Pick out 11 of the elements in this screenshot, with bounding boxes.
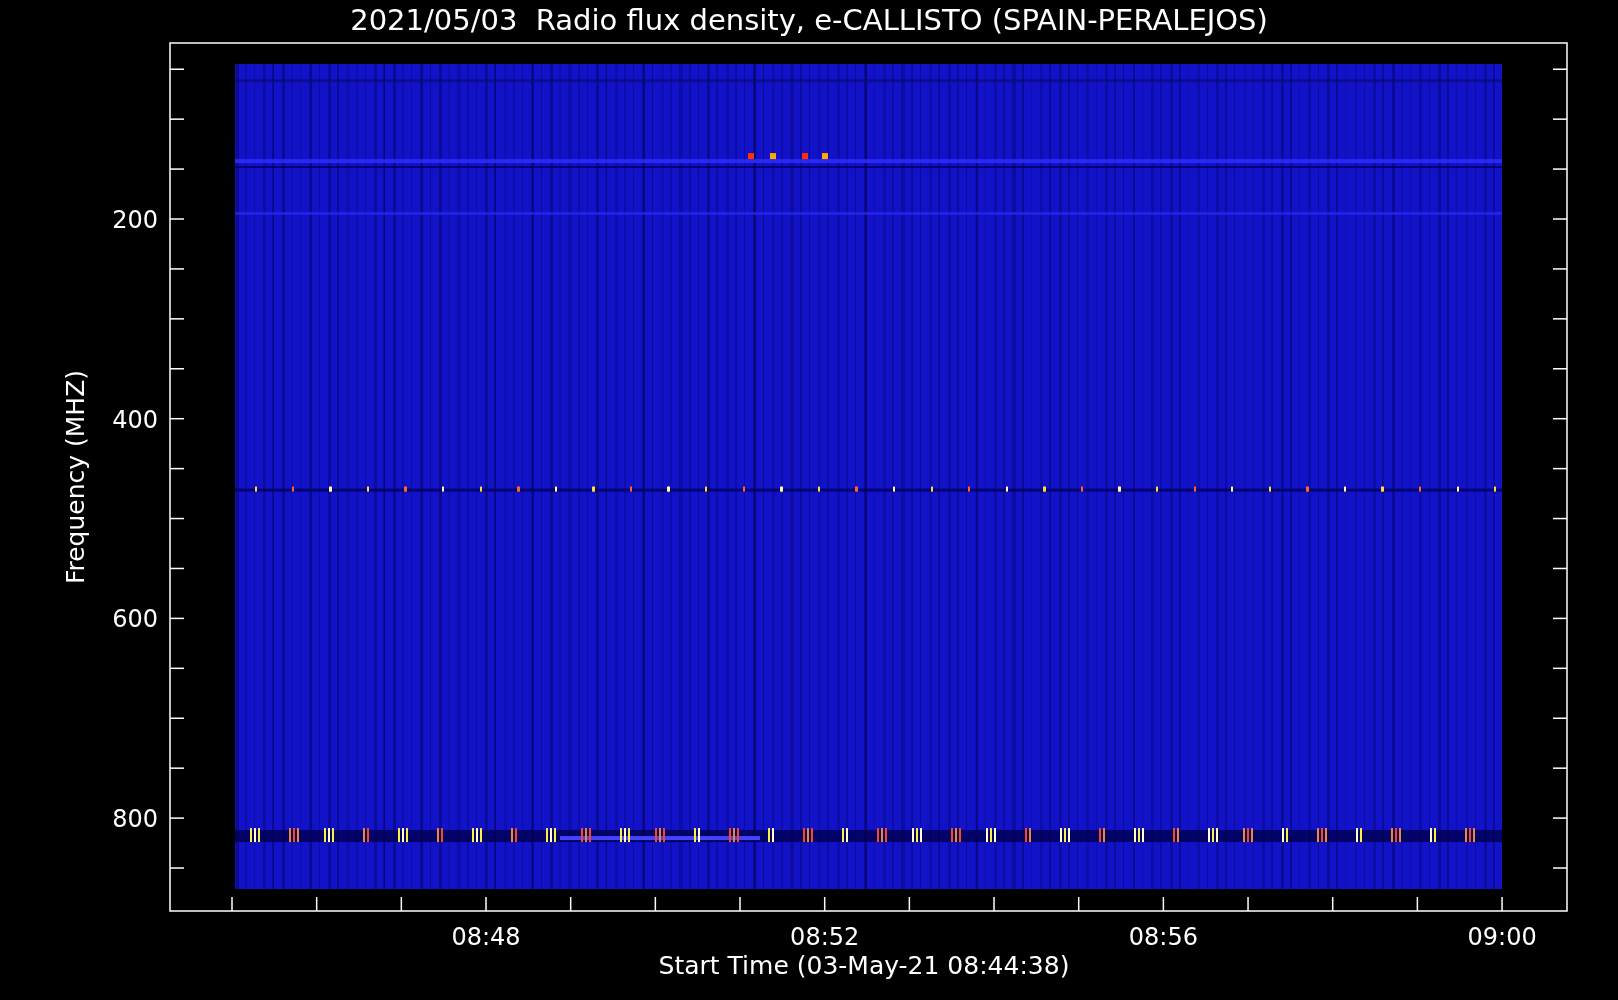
chart-title: 2021/05/03 Radio flux density, e-CALLISTO (SPAIN-PERALEJOS) (350, 3, 1268, 37)
x-tick-label: 08:48 (451, 923, 521, 951)
x-axis-label: Start Time (03-May-21 08:44:38) (658, 951, 1070, 980)
x-tick-label: 08:56 (1128, 923, 1198, 951)
y-axis-label: Frequency (MHZ) (61, 369, 90, 585)
y-tick-label: 600 (112, 605, 158, 634)
x-tick-label: 09:00 (1467, 923, 1537, 951)
y-tick-label: 800 (112, 805, 158, 834)
x-tick-label: 08:52 (790, 923, 860, 951)
y-tick-label: 200 (112, 206, 158, 234)
y-tick-label: 400 (112, 405, 158, 434)
